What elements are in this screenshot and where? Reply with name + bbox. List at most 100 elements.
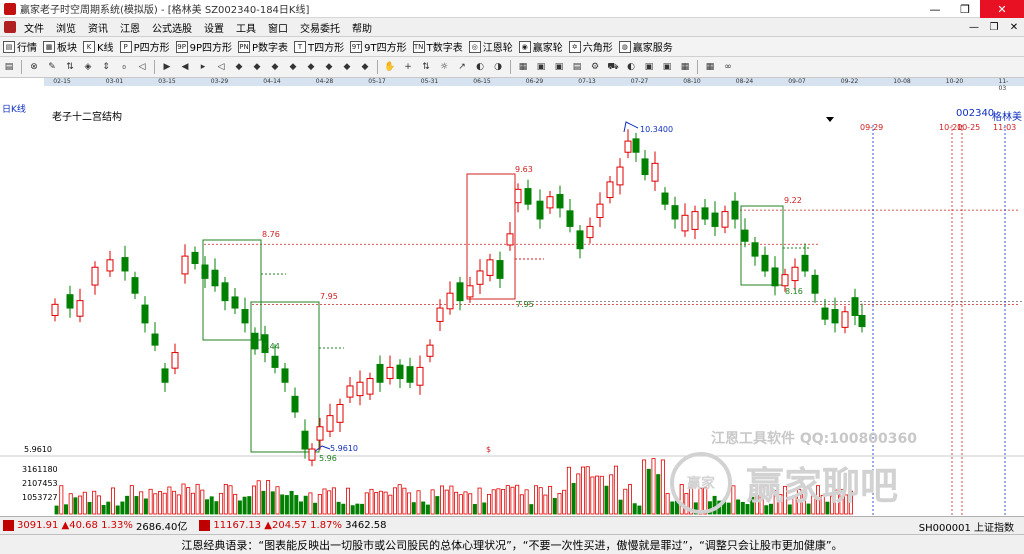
date-tick: 04-28 xyxy=(315,78,334,85)
draw-tool-icon[interactable]: ⇅ xyxy=(63,60,77,74)
volume-bar xyxy=(143,498,148,515)
date-tick: 03-15 xyxy=(158,78,176,85)
menu-tools[interactable]: 工具 xyxy=(230,20,262,35)
menu-news[interactable]: 资讯 xyxy=(82,20,114,35)
draw-tool-icon[interactable]: ▣ xyxy=(534,60,548,74)
menu-settings[interactable]: 设置 xyxy=(198,20,230,35)
volume-bar xyxy=(134,496,139,515)
volume-bar xyxy=(595,475,600,515)
draw-tool-icon[interactable]: ▸ xyxy=(196,60,210,74)
mdi-minimize-button[interactable]: — xyxy=(964,18,984,37)
menu-trade[interactable]: 交易委托 xyxy=(294,20,346,35)
toolbar-button-8[interactable]: TN T数字表 xyxy=(410,39,466,54)
draw-tool-icon[interactable]: ◆ xyxy=(268,60,282,74)
volume-bar xyxy=(632,503,637,515)
mdi-close-button[interactable]: ✕ xyxy=(1004,18,1024,37)
draw-tool-icon[interactable]: ◑ xyxy=(491,60,505,74)
candle-body xyxy=(211,269,219,287)
draw-tool-icon[interactable]: ▦ xyxy=(703,60,717,74)
toolbar-button-11[interactable]: ✡ 六角形 xyxy=(566,39,616,54)
volume-bar xyxy=(534,485,539,515)
candle-body xyxy=(291,395,299,413)
candle-body xyxy=(141,304,149,324)
draw-tool-icon[interactable]: ⚙ xyxy=(588,60,602,74)
draw-tool-icon[interactable]: ◆ xyxy=(232,60,246,74)
toolbar-button-9[interactable]: ◎ 江恩轮 xyxy=(466,39,516,54)
price-label: 7.95 xyxy=(320,292,338,301)
menu-gann[interactable]: 江恩 xyxy=(114,20,146,35)
quote-bar: 江恩经典语录：“图表能反映出一切股市或公司股民的总体心理状况”，“不要一次性买进… xyxy=(0,534,1024,554)
draw-tool-icon[interactable]: ⛟ xyxy=(606,60,620,74)
restore-button[interactable]: ❐ xyxy=(950,0,980,18)
candle-body xyxy=(751,242,759,257)
menu-help[interactable]: 帮助 xyxy=(346,20,378,35)
draw-tool-icon[interactable]: ▣ xyxy=(642,60,656,74)
draw-tool-icon[interactable]: ◐ xyxy=(624,60,638,74)
9t-square-icon: 9T xyxy=(350,40,363,53)
minimize-button[interactable]: — xyxy=(920,0,950,18)
date-tick: 10-20 xyxy=(945,78,964,85)
candle-body xyxy=(641,158,649,175)
draw-tool-icon[interactable]: ▣ xyxy=(552,60,566,74)
volume-bar xyxy=(486,493,491,515)
draw-tool-icon[interactable]: + xyxy=(401,60,415,74)
toolbar-button-5[interactable]: PN P数字表 xyxy=(235,39,291,54)
draw-tool-icon[interactable]: ◆ xyxy=(304,60,318,74)
toolbar-button-3[interactable]: P P四方形 xyxy=(117,39,173,54)
toolbar-button-6[interactable]: T T四方形 xyxy=(291,39,347,54)
menu-file[interactable]: 文件 xyxy=(18,20,50,35)
volume-bar xyxy=(148,488,153,515)
toolbar-button-1[interactable]: ▦ 板块 xyxy=(40,39,80,54)
volume-bar xyxy=(120,501,125,515)
draw-tool-icon[interactable]: ⇕ xyxy=(99,60,113,74)
draw-tool-icon[interactable]: ◐ xyxy=(473,60,487,74)
draw-tool-icon[interactable]: ◆ xyxy=(340,60,354,74)
candle-body xyxy=(191,251,199,265)
toolbar-button-2[interactable]: K K线 xyxy=(80,39,117,54)
draw-tool-icon[interactable]: ◁ xyxy=(214,60,228,74)
close-button[interactable]: ✕ xyxy=(980,0,1024,18)
volume-bar xyxy=(270,491,275,515)
draw-tool-icon[interactable]: ✎ xyxy=(45,60,59,74)
draw-tool-icon[interactable]: ◆ xyxy=(250,60,264,74)
draw-tool-icon[interactable]: ▣ xyxy=(660,60,674,74)
draw-tool-icon[interactable]: ▤ xyxy=(570,60,584,74)
draw-tool-icon[interactable]: ◈ xyxy=(81,60,95,74)
date-scrollbar[interactable]: 02-15 03-01 03-15 03-29 04-14 04-28 05-17 05-31… xyxy=(0,78,1024,100)
date-tick: 09-22 xyxy=(840,78,859,85)
candle-body xyxy=(771,267,779,287)
draw-tool-icon[interactable]: ↗ xyxy=(455,60,469,74)
toolbar-button-0[interactable]: ▤ 行情 xyxy=(0,39,40,54)
volume-bar xyxy=(369,488,374,515)
volume-bar xyxy=(416,490,421,515)
gann-wheel-icon: ◎ xyxy=(468,40,481,53)
draw-tool-icon[interactable]: ▶ xyxy=(160,60,174,74)
toolbar-button-7[interactable]: 9T 9T四方形 xyxy=(347,39,409,54)
draw-tool-icon[interactable]: ◆ xyxy=(286,60,300,74)
draw-tool-icon[interactable]: ⊗ xyxy=(27,60,41,74)
toolbar-button-12[interactable]: ◍ 赢家服务 xyxy=(616,39,676,54)
draw-tool-icon[interactable]: ✋ xyxy=(383,60,397,74)
toolbar-button-10[interactable]: ◉ 赢家轮 xyxy=(516,39,566,54)
ticker-label[interactable]: SH000001 上证指数 xyxy=(919,519,1014,534)
system-menu-icon[interactable] xyxy=(4,21,16,33)
draw-tool-icon[interactable]: ▦ xyxy=(678,60,692,74)
draw-tool-icon[interactable]: ₀ xyxy=(117,60,131,74)
draw-tool-icon[interactable]: ∞ xyxy=(721,60,735,74)
volume-bar xyxy=(181,483,186,515)
draw-tool-icon[interactable]: ▤ xyxy=(2,60,16,74)
mdi-restore-button[interactable]: ❐ xyxy=(984,18,1004,37)
menu-window[interactable]: 窗口 xyxy=(262,20,294,35)
date-tick: 03-01 xyxy=(105,78,124,85)
menu-formula[interactable]: 公式选股 xyxy=(146,20,198,35)
menu-browse[interactable]: 浏览 xyxy=(50,20,82,35)
draw-tool-icon[interactable]: ◀ xyxy=(178,60,192,74)
draw-tool-icon[interactable]: ◆ xyxy=(322,60,336,74)
draw-tool-icon[interactable]: ◁ xyxy=(135,60,149,74)
draw-tool-icon[interactable]: ⇅ xyxy=(419,60,433,74)
volume-bar xyxy=(92,490,97,515)
draw-tool-icon[interactable]: ▦ xyxy=(516,60,530,74)
draw-tool-icon[interactable]: ◆ xyxy=(358,60,372,74)
draw-tool-icon[interactable]: ☼ xyxy=(437,60,451,74)
toolbar-button-4[interactable]: 9P 9P四方形 xyxy=(173,39,235,54)
